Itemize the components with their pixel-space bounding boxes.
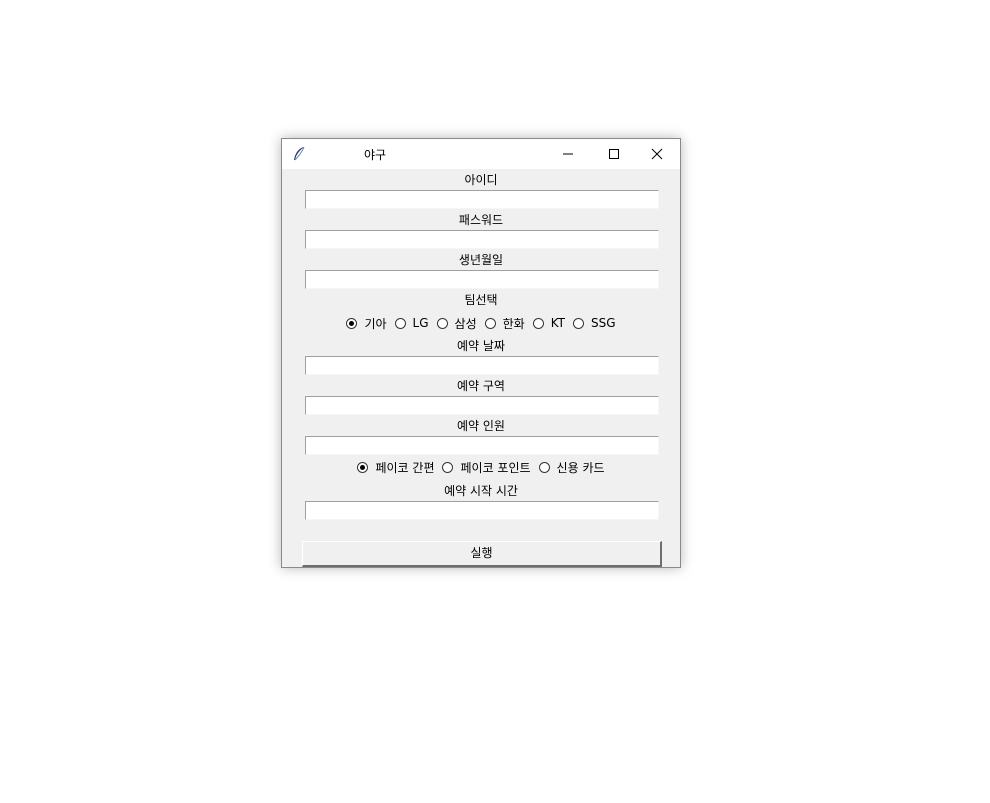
close-icon [651, 148, 663, 160]
window-title: 야구 [364, 148, 387, 162]
run-button[interactable]: 실행 [302, 541, 662, 567]
radio-icon [538, 461, 550, 473]
people-input[interactable] [305, 436, 659, 455]
minimize-icon [563, 153, 573, 155]
maximize-button[interactable] [591, 139, 637, 169]
feather-icon [292, 146, 306, 162]
id-input[interactable] [305, 190, 659, 209]
start-time-input[interactable] [305, 501, 659, 520]
id-label: 아이디 [464, 173, 498, 187]
radio-icon [573, 317, 584, 329]
radio-selected-icon [357, 461, 369, 473]
minimize-button[interactable] [545, 139, 591, 169]
section-input[interactable] [305, 396, 659, 415]
team-radio-lg[interactable]: LG [394, 316, 429, 330]
team-radio-kia[interactable]: 기아 [346, 315, 387, 332]
date-label: 예약 날짜 [457, 339, 505, 353]
radio-icon [394, 317, 406, 329]
password-input[interactable] [305, 230, 659, 249]
password-label: 패스워드 [458, 213, 504, 227]
close-button[interactable] [634, 139, 680, 169]
team-radio-group: 기아 LG 삼성 한화 KT SSG [282, 314, 680, 332]
app-window: 야구 아이디 패스워드 생년월일 팀선택 기아 LG 삼성 한화 KT SSG … [281, 138, 681, 568]
people-label: 예약 인원 [457, 419, 505, 433]
payment-radio-payco-simple[interactable]: 페이코 간편 [357, 459, 434, 476]
payment-radio-credit-card[interactable]: 신용 카드 [538, 459, 605, 476]
start-time-label: 예약 시작 시간 [444, 484, 518, 498]
radio-icon [532, 317, 544, 329]
birth-label: 생년월일 [458, 253, 504, 267]
payment-radio-payco-point[interactable]: 페이코 포인트 [442, 459, 531, 476]
team-radio-kt[interactable]: KT [532, 316, 565, 330]
team-radio-samsung[interactable]: 삼성 [436, 315, 477, 332]
section-label: 예약 구역 [457, 379, 505, 393]
payment-radio-group: 페이코 간편 페이코 포인트 신용 카드 [282, 458, 680, 476]
maximize-icon [609, 149, 619, 159]
radio-icon [442, 461, 454, 473]
radio-icon [436, 317, 448, 329]
team-label: 팀선택 [464, 293, 498, 307]
date-input[interactable] [305, 356, 659, 375]
radio-icon [484, 317, 496, 329]
birth-input[interactable] [305, 270, 659, 289]
team-radio-hanwha[interactable]: 한화 [484, 315, 525, 332]
team-radio-ssg[interactable]: SSG [573, 316, 616, 330]
radio-selected-icon [346, 317, 358, 329]
title-bar[interactable]: 야구 [282, 139, 680, 169]
